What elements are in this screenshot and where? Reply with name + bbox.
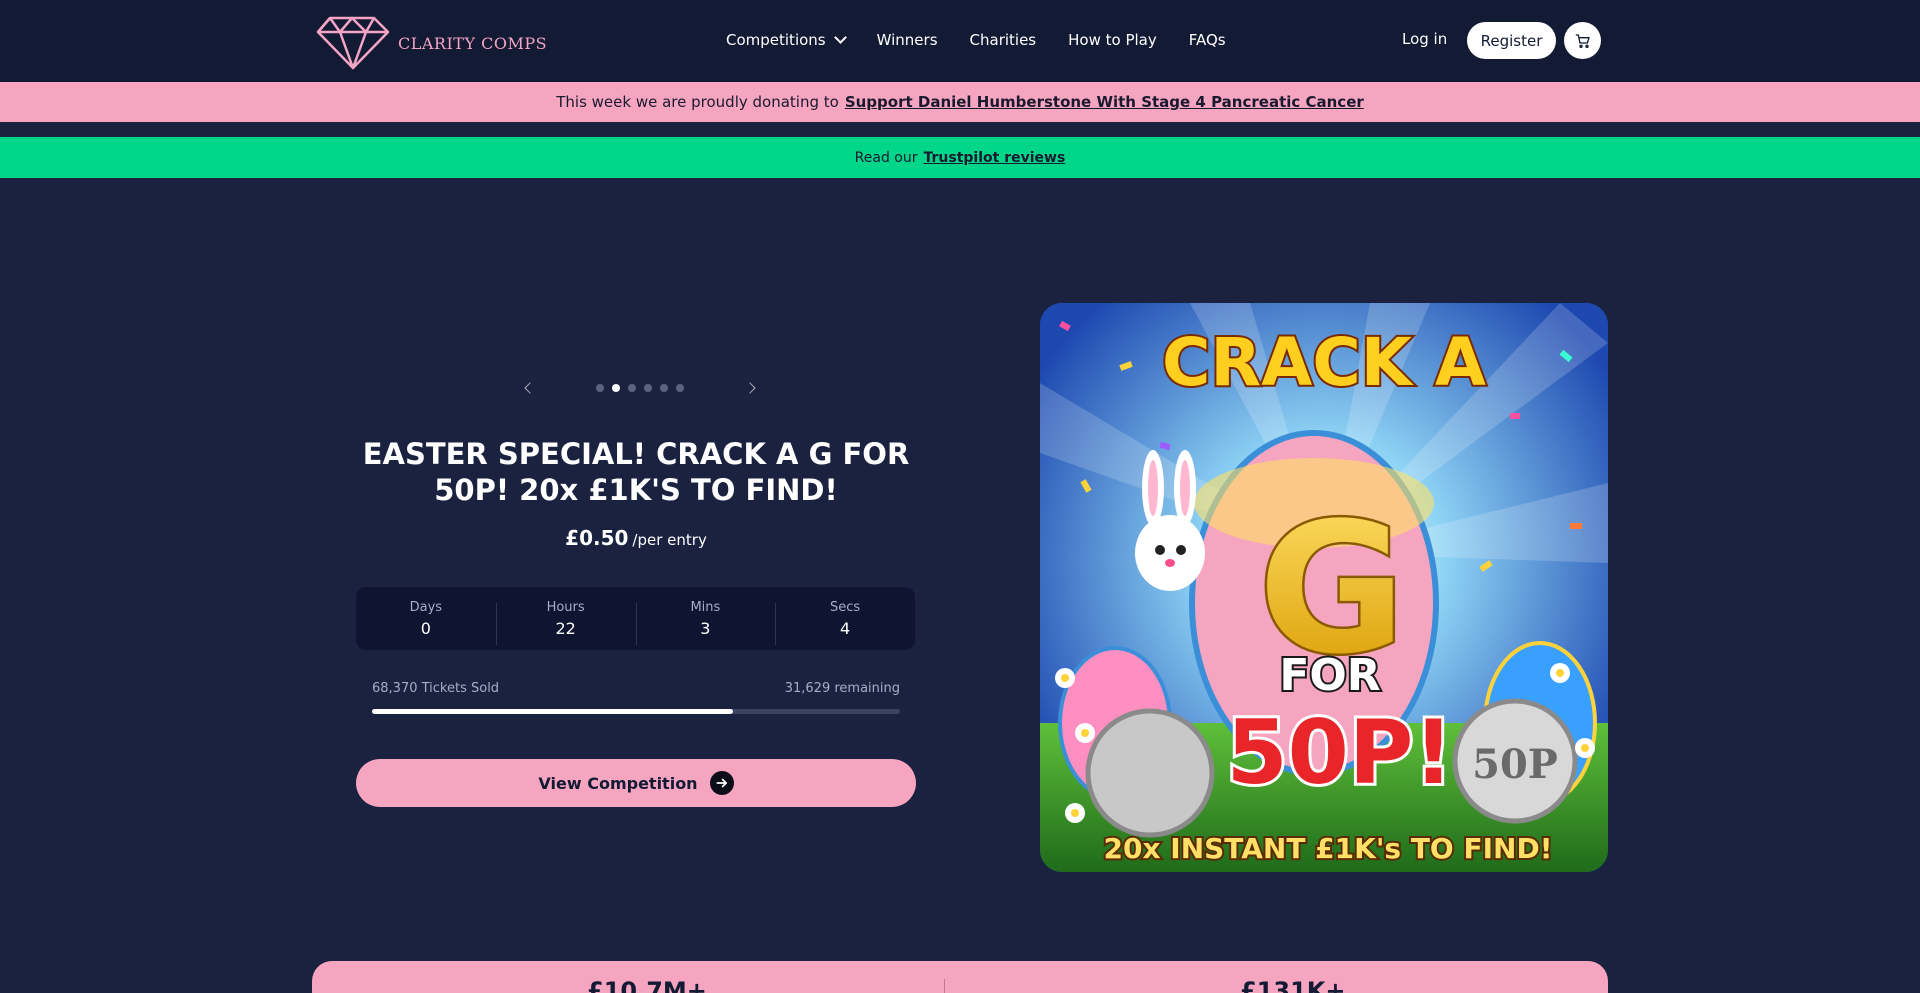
countdown-days: Days 0: [356, 600, 496, 638]
main-nav: Competitions Winners Charities How to Pl…: [726, 31, 1226, 49]
countdown-mins: Mins 3: [635, 599, 776, 645]
nav-item-how-to-play[interactable]: How to Play: [1068, 31, 1157, 49]
trustpilot-banner: Read our Trustpilot reviews: [0, 137, 1920, 178]
countdown-value: 3: [700, 618, 711, 638]
cart-button[interactable]: [1564, 22, 1601, 59]
slider-controls: [520, 370, 760, 406]
stat-value: £131K+: [1240, 977, 1346, 993]
slider-dot[interactable]: [660, 384, 668, 392]
nav-item-label: FAQs: [1188, 31, 1226, 49]
image-coin-text: 50P: [1472, 741, 1558, 788]
slider-dot[interactable]: [628, 384, 636, 392]
diamond-icon: [316, 16, 390, 70]
brand-name: CLARITY COMPS: [398, 33, 548, 53]
entry-price: £0.50/per entry: [356, 526, 916, 550]
trustpilot-link[interactable]: Trustpilot reviews: [924, 150, 1066, 166]
login-link[interactable]: Log in: [1402, 30, 1447, 48]
slider-dot-active[interactable]: [612, 384, 620, 392]
nav-item-faqs[interactable]: FAQs: [1189, 31, 1226, 49]
nav-item-winners[interactable]: Winners: [877, 31, 938, 49]
nav-item-charities[interactable]: Charities: [970, 31, 1037, 49]
countdown-value: 22: [555, 618, 576, 638]
ticket-progress-bar: [372, 709, 900, 714]
countdown-hours: Hours 22: [495, 599, 636, 645]
cta-label: View Competition: [538, 773, 698, 793]
image-price-text: 50P!: [1226, 701, 1453, 804]
stats-bar: £10.7M+ £131K+: [312, 961, 1608, 993]
register-button[interactable]: Register: [1467, 22, 1556, 59]
price-amount: £0.50: [565, 526, 629, 550]
competition-title: EASTER SPECIAL! CRACK A G FOR 50P! 20x £…: [362, 437, 910, 507]
nav-item-label: How to Play: [1068, 31, 1157, 49]
stat-value: £10.7M+: [587, 977, 707, 993]
slider-dot[interactable]: [676, 384, 684, 392]
view-competition-button[interactable]: View Competition: [356, 759, 916, 807]
chevron-left-icon: [524, 382, 536, 394]
nav-item-label: Charities: [969, 31, 1037, 49]
cart-icon: [1575, 33, 1590, 48]
slider-dot[interactable]: [596, 384, 604, 392]
countdown-label: Mins: [690, 599, 721, 615]
image-headline: CRACK A: [1162, 324, 1486, 401]
slider-dot[interactable]: [644, 384, 652, 392]
ticket-stats: 68,370 Tickets Sold 31,629 remaining: [372, 681, 900, 696]
image-for-text: FOR: [1279, 650, 1380, 701]
countdown-secs: Secs 4: [775, 599, 915, 645]
slider-dots: [596, 384, 684, 392]
nav-item-competitions[interactable]: Competitions: [726, 31, 847, 49]
countdown-timer: Days 0 Hours 22 Mins 3 Secs 4: [356, 587, 915, 650]
easter-egg-illustration: CRACK A G FOR 50P! 50P 20x INSTANT £1K's…: [1040, 303, 1608, 872]
image-bottom-text: 20x INSTANT £1K's TO FIND!: [1104, 832, 1553, 865]
logo[interactable]: CLARITY COMPS: [316, 14, 547, 70]
trustpilot-text: Read our: [854, 149, 918, 166]
site-header: CLARITY COMPS Competitions Winners Chari…: [0, 0, 1920, 82]
arrow-right-icon: [709, 771, 734, 795]
donation-banner: This week we are proudly donating to Sup…: [0, 82, 1920, 122]
countdown-value: 0: [420, 618, 431, 638]
stat-divider: [944, 979, 945, 993]
slider-next-button[interactable]: [740, 378, 760, 398]
donation-text: This week we are proudly donating to: [556, 93, 839, 111]
chevron-right-icon: [744, 382, 756, 394]
competition-image[interactable]: CRACK A G FOR 50P! 50P 20x INSTANT £1K's…: [1040, 303, 1608, 872]
tickets-sold: 68,370 Tickets Sold: [372, 681, 500, 696]
ticket-progress-fill: [372, 709, 734, 714]
price-suffix: /per entry: [632, 531, 707, 549]
countdown-value: 4: [840, 618, 851, 638]
slider-prev-button[interactable]: [520, 378, 540, 398]
tickets-remaining: 31,629 remaining: [784, 681, 900, 696]
countdown-label: Days: [409, 599, 443, 615]
donation-link[interactable]: Support Daniel Humberstone With Stage 4 …: [845, 93, 1364, 111]
countdown-label: Hours: [546, 599, 585, 615]
nav-item-label: Competitions: [726, 31, 826, 49]
nav-item-label: Winners: [876, 31, 938, 49]
chevron-down-icon: [833, 31, 847, 44]
countdown-label: Secs: [830, 599, 861, 615]
